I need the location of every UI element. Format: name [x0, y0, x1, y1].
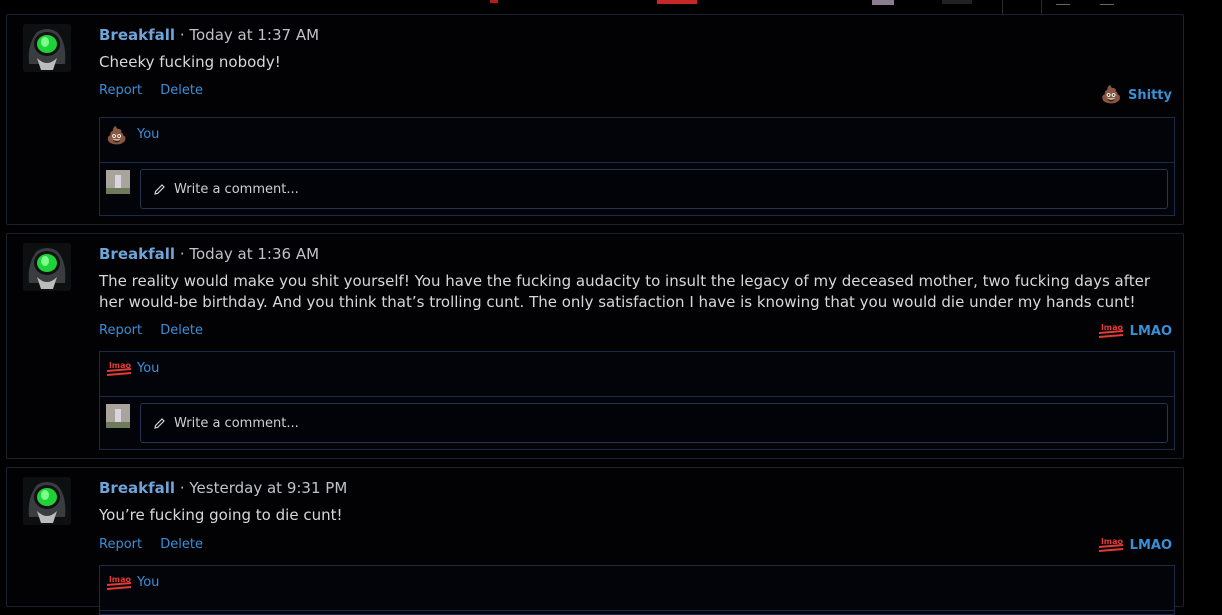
reacted-by-row: lmao You: [100, 352, 1174, 397]
avatar[interactable]: [23, 243, 71, 291]
lmao-icon: lmao: [106, 575, 131, 590]
avatar[interactable]: [106, 404, 130, 428]
user-avatar-image: [106, 404, 130, 428]
profile-post: Breakfall · Today at 1:37 AM Cheeky fuck…: [6, 14, 1184, 225]
post-meta: Breakfall · Today at 1:37 AM: [99, 26, 319, 44]
pencil-icon: [154, 183, 165, 195]
comment-composer: Write a comment...: [100, 163, 1174, 216]
comment-area: lmao You: [99, 565, 1175, 615]
meta-separator: ·: [179, 26, 185, 44]
comment-placeholder: Write a comment...: [174, 181, 299, 197]
comment-area: 💩 You Write a comment...: [99, 117, 1175, 216]
reacted-by-user[interactable]: You: [137, 361, 159, 376]
nav-divider: [1002, 0, 1003, 14]
post-message: Cheeky fucking nobody!: [99, 53, 281, 71]
nav-user-avatar[interactable]: [872, 0, 894, 5]
reaction-summary[interactable]: lmao LMAO: [1098, 536, 1172, 554]
gasmask-avatar-image: [23, 24, 71, 72]
reaction-summary[interactable]: lmao LMAO: [1098, 322, 1172, 340]
post-meta: Breakfall · Today at 1:36 AM: [99, 245, 319, 263]
profile-post: Breakfall · Yesterday at 9:31 PM You’re …: [6, 467, 1184, 615]
meta-separator: ·: [179, 479, 185, 497]
nav-alert-mark[interactable]: [490, 0, 498, 3]
lmao-icon: lmao: [1098, 323, 1123, 338]
poop-icon: 💩: [106, 126, 128, 146]
post-message: The reality would make you shit yourself…: [99, 272, 1151, 311]
pencil-icon: [154, 417, 165, 429]
avatar[interactable]: [106, 170, 130, 194]
delete-link[interactable]: Delete: [160, 323, 203, 338]
nav-divider: [1041, 0, 1042, 14]
reaction-summary[interactable]: 💩 Shitty: [1101, 85, 1172, 105]
nav-icon[interactable]: [1056, 0, 1070, 5]
search-icon[interactable]: [1100, 0, 1114, 5]
reacted-by-row: lmao You: [100, 566, 1174, 611]
post-actions: Report Delete: [99, 323, 217, 338]
delete-link[interactable]: Delete: [160, 83, 203, 98]
lmao-icon: lmao: [1098, 537, 1123, 552]
post-timestamp[interactable]: Yesterday at 9:31 PM: [189, 479, 347, 497]
nav-highlight-tab[interactable]: [657, 0, 697, 4]
avatar[interactable]: [23, 477, 71, 525]
reacted-by-user[interactable]: You: [137, 575, 159, 590]
reacted-by-row: 💩 You: [100, 118, 1174, 163]
post-message: You’re fucking going to die cunt!: [99, 506, 343, 524]
delete-link[interactable]: Delete: [160, 537, 203, 552]
comment-placeholder: Write a comment...: [174, 415, 299, 431]
reaction-label: LMAO: [1129, 323, 1172, 339]
report-link[interactable]: Report: [99, 83, 142, 98]
author-name[interactable]: Breakfall: [99, 479, 175, 497]
post-timestamp[interactable]: Today at 1:36 AM: [189, 245, 319, 263]
poop-icon: 💩: [1100, 85, 1123, 105]
comment-input[interactable]: Write a comment...: [140, 403, 1168, 443]
comment-area: lmao You Write a comment...: [99, 351, 1175, 450]
meta-separator: ·: [179, 245, 185, 263]
profile-post: Breakfall · Today at 1:36 AM The reality…: [6, 233, 1184, 459]
gasmask-avatar-image: [23, 477, 71, 525]
nav-user-menu[interactable]: [942, 0, 972, 4]
avatar[interactable]: [23, 24, 71, 72]
author-name[interactable]: Breakfall: [99, 245, 175, 263]
post-meta: Breakfall · Yesterday at 9:31 PM: [99, 479, 347, 497]
comment-input[interactable]: Write a comment...: [140, 169, 1168, 209]
reacted-by-user[interactable]: You: [137, 127, 159, 142]
top-nav-bar: [0, 0, 1222, 14]
post-actions: Report Delete: [99, 83, 217, 98]
user-avatar-image: [106, 170, 130, 194]
post-timestamp[interactable]: Today at 1:37 AM: [189, 26, 319, 44]
comment-composer: Write a comment...: [100, 397, 1174, 450]
report-link[interactable]: Report: [99, 323, 142, 338]
post-actions: Report Delete: [99, 537, 217, 552]
gasmask-avatar-image: [23, 243, 71, 291]
reaction-label: Shitty: [1128, 87, 1172, 103]
reaction-label: LMAO: [1129, 537, 1172, 553]
report-link[interactable]: Report: [99, 537, 142, 552]
author-name[interactable]: Breakfall: [99, 26, 175, 44]
lmao-icon: lmao: [106, 361, 131, 376]
